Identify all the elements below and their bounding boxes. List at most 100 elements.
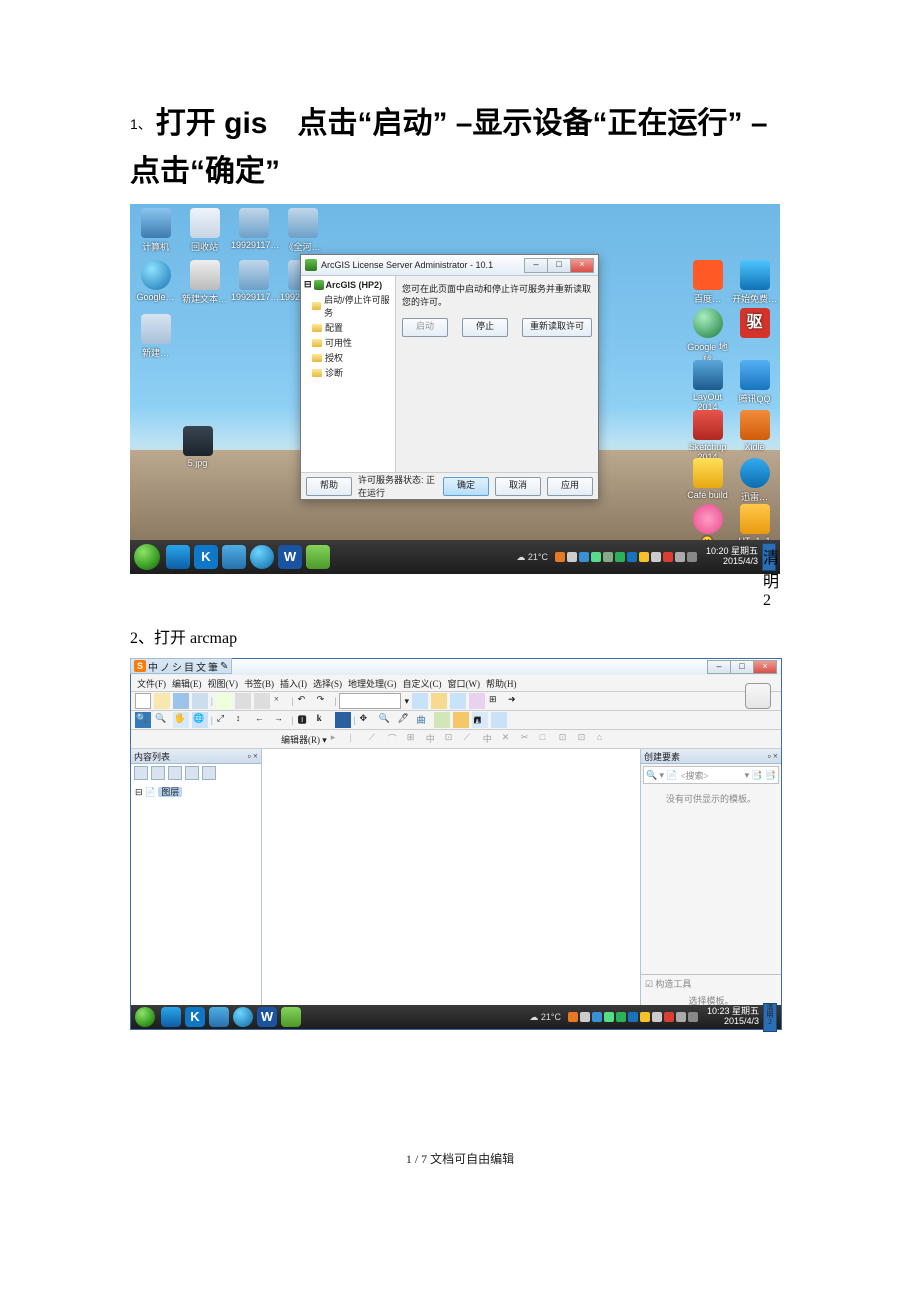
menu-item[interactable]: 文件(F) <box>137 677 166 690</box>
tray-icon[interactable] <box>688 1012 698 1022</box>
tray-icon[interactable] <box>568 1012 578 1022</box>
heading-2: 2、打开 arcmap <box>130 624 790 648</box>
taskbar-app-icon[interactable]: W <box>278 545 302 569</box>
standard-toolbar[interactable]: | × | ↶↷ | ▾ ⊞➜ <box>131 692 781 711</box>
status-text: 许可服务器状态: 正在运行 <box>358 473 437 499</box>
minimize-button[interactable]: – <box>524 258 548 273</box>
tray-icon[interactable] <box>687 552 697 562</box>
tray-icon[interactable] <box>663 552 673 562</box>
maximize-button[interactable]: □ <box>730 660 754 674</box>
tray-icon[interactable] <box>580 1012 590 1022</box>
tray-icon[interactable] <box>652 1012 662 1022</box>
close-button[interactable]: × <box>570 258 594 273</box>
start-button[interactable] <box>134 544 160 570</box>
tray-icon[interactable] <box>675 552 685 562</box>
menu-item[interactable]: 自定义(C) <box>403 677 442 690</box>
maximize-button[interactable]: □ <box>547 258 571 273</box>
clock[interactable]: 10:20 星期五2015/4/3 <box>706 547 758 567</box>
tree-item[interactable]: 配置 <box>312 320 392 335</box>
tree-item[interactable]: 诊断 <box>312 365 392 380</box>
taskbar-ie-icon[interactable] <box>166 545 190 569</box>
license-admin-window: ArcGIS License Server Administrator - 10… <box>300 254 599 500</box>
taskbar-icon[interactable]: W <box>257 1007 277 1027</box>
arcgis-icon <box>305 259 317 271</box>
catalog-button[interactable] <box>745 683 771 709</box>
taskbar-app-icon[interactable] <box>250 545 274 569</box>
menu-item[interactable]: 窗口(W) <box>448 677 481 690</box>
menu-item[interactable]: 书签(B) <box>244 677 274 690</box>
taskbar-app-icon[interactable] <box>222 545 246 569</box>
taskbar-app-icon[interactable] <box>306 545 330 569</box>
screenshot-2: S 中ノシ目文筆✎ – □ × 文件(F) 编辑(E) 视图(V) 书签(B) … <box>130 658 782 1030</box>
taskbar: K W ☁ 21°C 10:23 星期五2015/4/3 清明2 <box>131 1005 781 1029</box>
help-button[interactable]: 帮助 <box>306 477 352 496</box>
tray-icon[interactable] <box>591 552 601 562</box>
tray-icon[interactable] <box>627 552 637 562</box>
create-features-panel: 创建要素▫ × 🔍 ▾ 📄 <搜索>▾ 📑 📑 没有可供显示的模板。 ☑ 构造工… <box>640 749 781 1013</box>
reread-button[interactable]: 重新读取许可 <box>522 318 592 337</box>
tray-icon[interactable] <box>555 552 565 562</box>
taskbar-app-icon[interactable]: K <box>194 545 218 569</box>
menubar[interactable]: 文件(F) 编辑(E) 视图(V) 书签(B) 插入(I) 选择(S) 地理处理… <box>131 675 781 692</box>
toc-view-buttons[interactable] <box>131 764 261 783</box>
tray-icon[interactable] <box>628 1012 638 1022</box>
start-button[interactable] <box>135 1007 155 1027</box>
tray-icon[interactable] <box>616 1012 626 1022</box>
taskbar-icon[interactable] <box>161 1007 181 1027</box>
clock[interactable]: 10:23 星期五2015/4/3 <box>707 1007 759 1027</box>
nav-tree[interactable]: ⊟ArcGIS (HP2) 启动/停止许可服务 配置 可用性 授权 诊断 <box>301 276 396 472</box>
minimize-button[interactable]: – <box>707 660 731 674</box>
sogou-icon: S <box>134 660 146 672</box>
tray-icon[interactable] <box>603 552 613 562</box>
ime-indicator[interactable]: 清明2 <box>762 543 776 571</box>
apply-button[interactable]: 应用 <box>547 477 593 496</box>
tree-item[interactable]: 可用性 <box>312 335 392 350</box>
tray-icon[interactable] <box>567 552 577 562</box>
tray-icon[interactable] <box>676 1012 686 1022</box>
stop-button[interactable]: 停止 <box>462 318 508 337</box>
titlebar[interactable]: ArcGIS License Server Administrator - 10… <box>301 255 598 276</box>
map-canvas[interactable] <box>262 749 640 1013</box>
close-button[interactable]: × <box>753 660 777 674</box>
panel-close-icon[interactable]: ▫ × <box>247 751 258 761</box>
menu-item[interactable]: 地理处理(G) <box>348 677 397 690</box>
message: 您可在此页面中启动和停止许可服务并重新读取您的许可。 <box>402 282 592 308</box>
weather[interactable]: ☁ 21°C <box>529 1012 561 1023</box>
menu-item[interactable]: 编辑(E) <box>172 677 202 690</box>
tray-icon[interactable] <box>604 1012 614 1022</box>
screenshot-1: 计算机 回收站 19929117… 《全河… Google… 新建文本… 199… <box>130 204 780 574</box>
taskbar-icon[interactable] <box>209 1007 229 1027</box>
panel-close-icon[interactable]: ▫ × <box>767 751 778 761</box>
menu-item[interactable]: 帮助(H) <box>486 677 517 690</box>
ok-button[interactable]: 确定 <box>443 477 489 496</box>
ime-bar[interactable]: S 中ノシ目文筆✎ <box>130 658 232 674</box>
toc-panel: 内容列表▫ × ⊟ 📄 图层 <box>131 749 262 1013</box>
window-title: ArcGIS License Server Administrator - 10… <box>321 260 493 270</box>
tray-icon[interactable] <box>579 552 589 562</box>
menu-item[interactable]: 选择(S) <box>313 677 342 690</box>
tray-icon[interactable] <box>651 552 661 562</box>
tray-icon[interactable] <box>615 552 625 562</box>
taskbar: K W ☁ 21°C 10:20 星期五2015/4/3 清明2 <box>130 540 780 574</box>
tray-icon[interactable] <box>592 1012 602 1022</box>
ime-indicator[interactable]: 清明2 <box>763 1003 777 1032</box>
tray-icon[interactable] <box>664 1012 674 1022</box>
taskbar-icon[interactable] <box>281 1007 301 1027</box>
tray-icon[interactable] <box>640 1012 650 1022</box>
start-button[interactable]: 启动 <box>402 318 448 337</box>
taskbar-icon[interactable]: K <box>185 1007 205 1027</box>
template-search[interactable]: 🔍 ▾ 📄 <搜索>▾ 📑 📑 <box>643 766 779 784</box>
page-footer: 1 / 7 文档可自由编辑 <box>130 1150 790 1167</box>
heading-1: 1、打开 gis 点击“启动” –显示设备“正在运行” –点击“确定” <box>130 100 790 196</box>
menu-item[interactable]: 插入(I) <box>280 677 307 690</box>
editor-toolbar[interactable]: 编辑器(R) ▾ ▸|⟋⌒⊞ 中⊡⟋中✕ ✂□⊡⊡⌂ <box>131 730 781 749</box>
tray-icon[interactable] <box>639 552 649 562</box>
taskbar-icon[interactable] <box>233 1007 253 1027</box>
menu-item[interactable]: 视图(V) <box>208 677 239 690</box>
weather[interactable]: ☁ 21°C <box>516 552 548 563</box>
toc-layer[interactable]: 图层 <box>158 787 182 797</box>
tree-item[interactable]: 启动/停止许可服务 <box>312 292 392 320</box>
tree-item[interactable]: 授权 <box>312 350 392 365</box>
tools-toolbar[interactable]: 🔍🔍 🖐🌐 | ⤢↕ ←→ | 🅸 k | ✥🔍🖊 曲 🖪 <box>131 711 781 730</box>
cancel-button[interactable]: 取消 <box>495 477 541 496</box>
